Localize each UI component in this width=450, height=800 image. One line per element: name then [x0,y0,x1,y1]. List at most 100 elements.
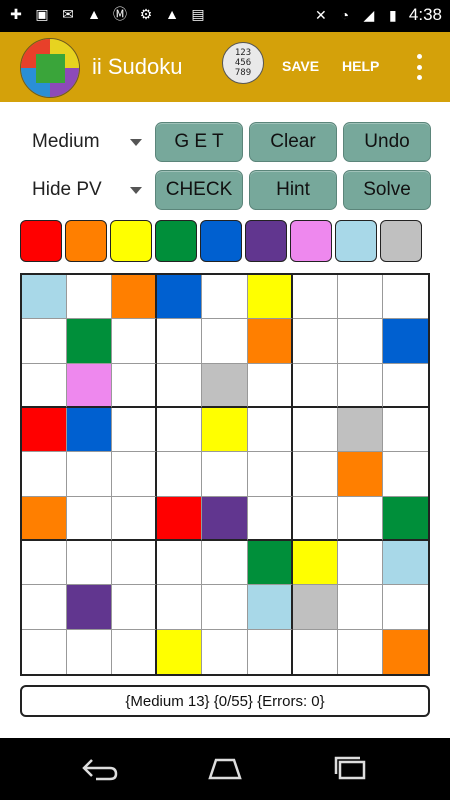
board-cell[interactable] [22,363,68,408]
save-button[interactable]: SAVE [282,58,319,74]
board-cell[interactable] [337,585,383,630]
board-cell[interactable] [202,452,248,497]
board-cell[interactable] [112,319,158,364]
board-cell[interactable] [382,452,428,497]
board-cell[interactable] [338,629,383,674]
board-cell[interactable] [382,364,428,408]
board-cell[interactable] [292,363,338,408]
board-cell[interactable] [202,407,248,453]
home-icon[interactable] [202,756,248,782]
board-cell[interactable] [202,275,248,320]
board-cell[interactable] [112,629,158,674]
board-cell[interactable] [67,629,113,674]
board-cell[interactable] [247,407,293,453]
board-cell[interactable] [337,496,383,541]
board-cell[interactable] [67,319,113,364]
board-cell[interactable] [337,275,383,320]
board-cell[interactable] [292,275,338,320]
board-cell[interactable] [292,407,338,453]
board-cell[interactable] [248,629,293,674]
board-cell[interactable] [202,540,248,586]
board-cell[interactable] [22,629,68,674]
board-cell[interactable] [202,585,248,630]
board-cell[interactable] [157,629,203,674]
board-cell[interactable] [337,407,383,453]
board-cell[interactable] [292,496,338,541]
board-cell[interactable] [292,540,338,586]
board-cell[interactable] [247,496,293,541]
color-swatch[interactable] [245,220,287,262]
board-cell[interactable] [112,275,158,320]
board-cell[interactable] [22,585,68,630]
board-cell[interactable] [202,629,248,674]
board-cell[interactable] [67,363,113,408]
board-cell[interactable] [157,363,203,408]
sudoku-ball-icon[interactable]: 123 456 789 [222,42,264,84]
back-icon[interactable] [80,756,120,782]
board-cell[interactable] [112,407,158,453]
recent-apps-icon[interactable] [330,754,372,782]
board-cell[interactable] [202,496,248,541]
board-cell[interactable] [67,585,113,630]
hint-button[interactable]: Hint [249,170,337,210]
board-cell[interactable] [382,408,428,453]
board-cell[interactable] [67,496,113,541]
board-cell[interactable] [247,540,293,586]
board-cell[interactable] [67,540,113,586]
board-cell[interactable] [292,452,338,497]
board-cell[interactable] [157,275,203,320]
color-swatch[interactable] [110,220,152,262]
board-cell[interactable] [112,540,158,586]
board-cell[interactable] [22,540,68,586]
undo-button[interactable]: Undo [343,122,431,162]
solve-button[interactable]: Solve [343,170,431,210]
color-swatch[interactable] [380,220,422,262]
board-cell[interactable] [247,452,293,497]
board-cell[interactable] [247,319,293,364]
board-cell[interactable] [382,275,428,320]
get-button[interactable]: G E T [155,122,243,162]
clear-button[interactable]: Clear [249,122,337,162]
board-cell[interactable] [202,319,248,364]
board-cell[interactable] [382,319,428,364]
board-cell[interactable] [292,585,338,630]
board-cell[interactable] [157,496,203,541]
board-cell[interactable] [67,275,113,320]
board-cell[interactable] [112,585,158,630]
board-cell[interactable] [22,496,68,541]
color-swatch[interactable] [200,220,242,262]
board-cell[interactable] [247,585,293,630]
board-cell[interactable] [22,452,68,497]
board-cell[interactable] [157,540,203,586]
help-button[interactable]: HELP [342,58,379,74]
board-cell[interactable] [337,452,383,497]
board-cell[interactable] [157,407,203,453]
color-swatch[interactable] [335,220,377,262]
board-cell[interactable] [337,363,383,408]
board-cell[interactable] [157,585,203,630]
pv-select[interactable]: Hide PV [30,171,142,209]
board-cell[interactable] [67,452,113,497]
board-cell[interactable] [22,275,68,320]
color-swatch[interactable] [65,220,107,262]
board-cell[interactable] [382,496,428,541]
board-cell[interactable] [22,319,68,364]
board-cell[interactable] [157,319,203,364]
board-cell[interactable] [382,540,428,586]
check-button[interactable]: CHECK [155,170,243,210]
board-cell[interactable] [67,407,113,453]
board-cell[interactable] [202,363,248,408]
difficulty-select[interactable]: Medium [30,123,142,161]
board-cell[interactable] [382,629,428,674]
board-cell[interactable] [293,629,338,674]
color-swatch[interactable] [20,220,62,262]
board-cell[interactable] [112,363,158,408]
board-cell[interactable] [292,319,338,364]
board-cell[interactable] [112,496,158,541]
board-cell[interactable] [382,585,428,630]
color-swatch[interactable] [290,220,332,262]
color-swatch[interactable] [155,220,197,262]
board-cell[interactable] [22,407,68,453]
board-cell[interactable] [247,275,293,320]
board-cell[interactable] [337,540,383,586]
